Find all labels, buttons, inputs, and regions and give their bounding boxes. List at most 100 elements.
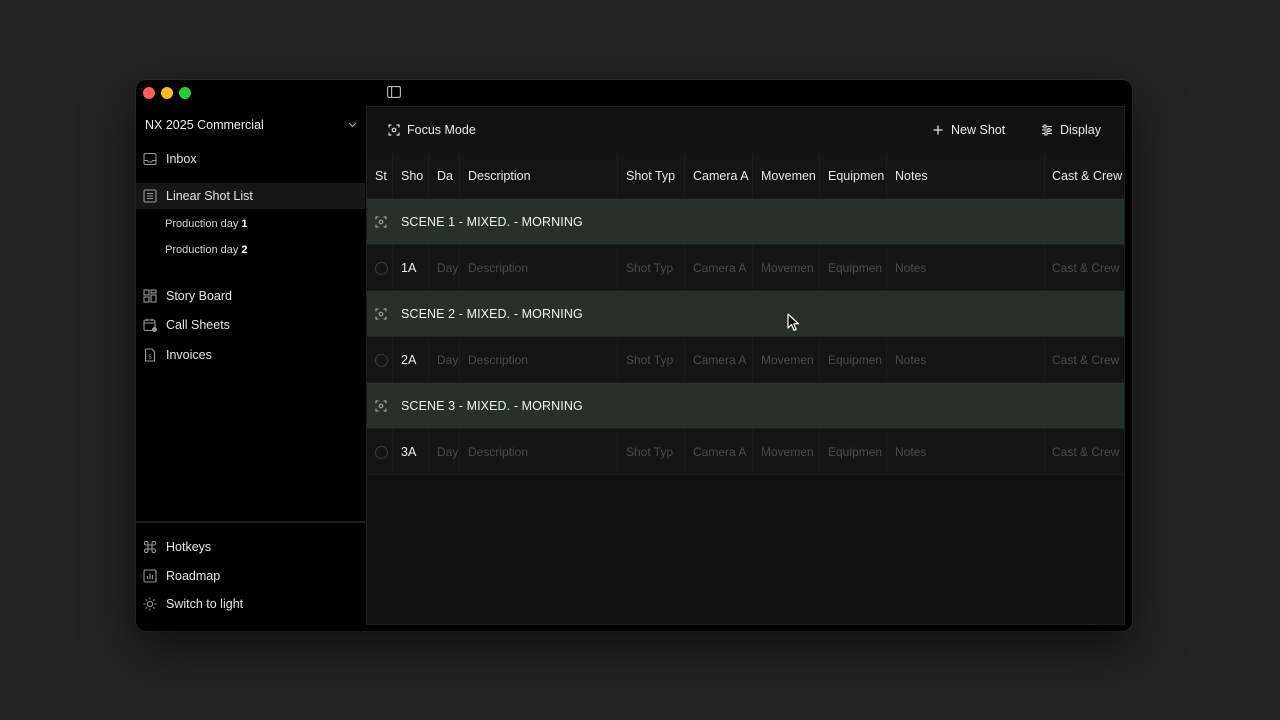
mouse-cursor-icon (787, 313, 800, 332)
focus-icon[interactable] (375, 400, 387, 412)
sliders-icon (1042, 124, 1052, 136)
scene-title: SCENE 2 - MIXED. - MORNING (401, 307, 583, 321)
status-cell[interactable] (367, 429, 393, 475)
column-header-notes[interactable]: Notes (887, 153, 1045, 199)
scene-title: SCENE 3 - MIXED. - MORNING (401, 399, 583, 413)
column-header-shot[interactable]: Sho (393, 153, 429, 199)
sidebar-item-call-sheets[interactable]: Call Sheets (136, 312, 365, 338)
display-label: Display (1060, 123, 1101, 137)
description-cell[interactable]: Description (460, 429, 618, 475)
equipment-cell[interactable]: Equipmen (820, 337, 887, 383)
shot-type-cell[interactable]: Shot Typ (618, 245, 685, 291)
sidebar-item-story-board[interactable]: Story Board (136, 283, 365, 309)
description-cell[interactable]: Description (460, 337, 618, 383)
notes-cell[interactable]: Notes (887, 337, 1045, 383)
display-button[interactable]: Display (1041, 122, 1101, 138)
shot-type-cell[interactable]: Shot Typ (618, 429, 685, 475)
day-cell[interactable]: Day (429, 429, 460, 475)
cast-crew-cell[interactable]: Cast & Crew (1044, 337, 1124, 383)
shot-type-cell[interactable]: Shot Typ (618, 337, 685, 383)
table-row[interactable]: 3A Day Description Shot Typ Camera A Mov… (367, 429, 1124, 475)
sidebar-item-hotkeys[interactable]: Hotkeys (136, 534, 365, 560)
sidebar-toggle-icon[interactable] (387, 86, 401, 98)
movement-cell[interactable]: Movemen (753, 245, 820, 291)
table-row[interactable]: 1A Day Description Shot Typ Camera A Mov… (367, 245, 1124, 291)
column-header-cast-crew[interactable]: Cast & Crew (1044, 153, 1124, 199)
project-selector[interactable]: NX 2025 Commercial (145, 114, 357, 136)
camera-cell[interactable]: Camera A (685, 337, 753, 383)
bar-chart-icon (143, 569, 157, 583)
sidebar-item-switch-to-light[interactable]: Switch to light (136, 591, 365, 617)
focus-mode-button[interactable]: Focus Mode (388, 122, 476, 138)
cast-crew-cell[interactable]: Cast & Crew (1044, 429, 1124, 475)
shot-number-cell[interactable]: 3A (393, 429, 429, 475)
scene-title: SCENE 1 - MIXED. - MORNING (401, 215, 583, 229)
sidebar-item-label: Story Board (166, 289, 233, 303)
storyboard-icon (143, 289, 157, 303)
invoice-icon: $ (144, 348, 156, 362)
sidebar-subitem-production-day-1[interactable]: Production day 1 (165, 218, 248, 230)
scene-row[interactable]: SCENE 3 - MIXED. - MORNING (367, 383, 1124, 429)
camera-cell[interactable]: Camera A (685, 245, 753, 291)
minimize-window-button[interactable] (161, 87, 173, 99)
sidebar: NX 2025 Commercial Inbox Linear Shot Lis… (136, 104, 365, 631)
production-day-number: 2 (241, 244, 248, 256)
camera-cell[interactable]: Camera A (685, 429, 753, 475)
focus-icon[interactable] (375, 216, 387, 228)
sidebar-divider (136, 521, 365, 523)
description-cell[interactable]: Description (460, 245, 618, 291)
day-cell[interactable]: Day (429, 245, 460, 291)
sidebar-item-label: Roadmap (166, 569, 221, 583)
sidebar-item-inbox[interactable]: Inbox (136, 146, 365, 172)
sidebar-subitem-production-day-2[interactable]: Production day 2 (165, 244, 248, 256)
status-cell[interactable] (367, 337, 393, 383)
inbox-icon (143, 152, 157, 166)
status-cell[interactable] (367, 245, 393, 291)
window-controls (143, 87, 191, 99)
sidebar-item-invoices[interactable]: $ Invoices (136, 342, 365, 368)
scene-row[interactable]: SCENE 1 - MIXED. - MORNING (367, 199, 1124, 245)
scene-row[interactable]: SCENE 2 - MIXED. - MORNING (367, 291, 1124, 337)
app-window: NX 2025 Commercial Inbox Linear Shot Lis… (136, 80, 1132, 631)
day-cell[interactable]: Day (429, 337, 460, 383)
column-header-camera[interactable]: Camera A (685, 153, 753, 199)
movement-cell[interactable]: Movemen (753, 429, 820, 475)
cast-crew-cell[interactable]: Cast & Crew (1044, 245, 1124, 291)
calendar-icon (143, 318, 157, 332)
sidebar-item-label: Invoices (166, 348, 212, 362)
sidebar-item-linear-shot-list[interactable]: Linear Shot List (136, 183, 365, 209)
focus-icon[interactable] (375, 308, 387, 320)
plus-icon (933, 125, 943, 135)
status-circle-icon[interactable] (375, 353, 388, 367)
column-header-movement[interactable]: Movemen (753, 153, 820, 199)
table-header: St Sho Da Description Shot Typ Camera A … (367, 153, 1124, 199)
svg-text:$: $ (148, 354, 152, 361)
status-circle-icon[interactable] (375, 261, 388, 275)
shot-list-panel: Focus Mode New Shot Display St Sho Da De… (366, 106, 1125, 625)
movement-cell[interactable]: Movemen (753, 337, 820, 383)
column-header-status[interactable]: St (367, 153, 393, 199)
close-window-button[interactable] (143, 87, 155, 99)
production-day-label: Production day (165, 244, 239, 256)
production-day-label: Production day (165, 218, 239, 230)
notes-cell[interactable]: Notes (887, 245, 1045, 291)
column-header-shot-type[interactable]: Shot Typ (618, 153, 685, 199)
sidebar-item-label: Hotkeys (166, 540, 212, 554)
shot-number-cell[interactable]: 2A (393, 337, 429, 383)
column-header-day[interactable]: Da (429, 153, 460, 199)
new-shot-label: New Shot (951, 123, 1006, 137)
shot-number-cell[interactable]: 1A (393, 245, 429, 291)
notes-cell[interactable]: Notes (887, 429, 1045, 475)
toolbar: Focus Mode New Shot Display (367, 107, 1124, 153)
maximize-window-button[interactable] (179, 87, 191, 99)
focus-icon (388, 124, 400, 136)
sidebar-item-roadmap[interactable]: Roadmap (136, 563, 365, 589)
new-shot-button[interactable]: New Shot (932, 122, 1005, 138)
column-header-equipment[interactable]: Equipmen (820, 153, 887, 199)
list-icon (143, 189, 157, 203)
equipment-cell[interactable]: Equipmen (820, 245, 887, 291)
equipment-cell[interactable]: Equipmen (820, 429, 887, 475)
column-header-description[interactable]: Description (460, 153, 618, 199)
status-circle-icon[interactable] (375, 445, 388, 459)
table-row[interactable]: 2A Day Description Shot Typ Camera A Mov… (367, 337, 1124, 383)
